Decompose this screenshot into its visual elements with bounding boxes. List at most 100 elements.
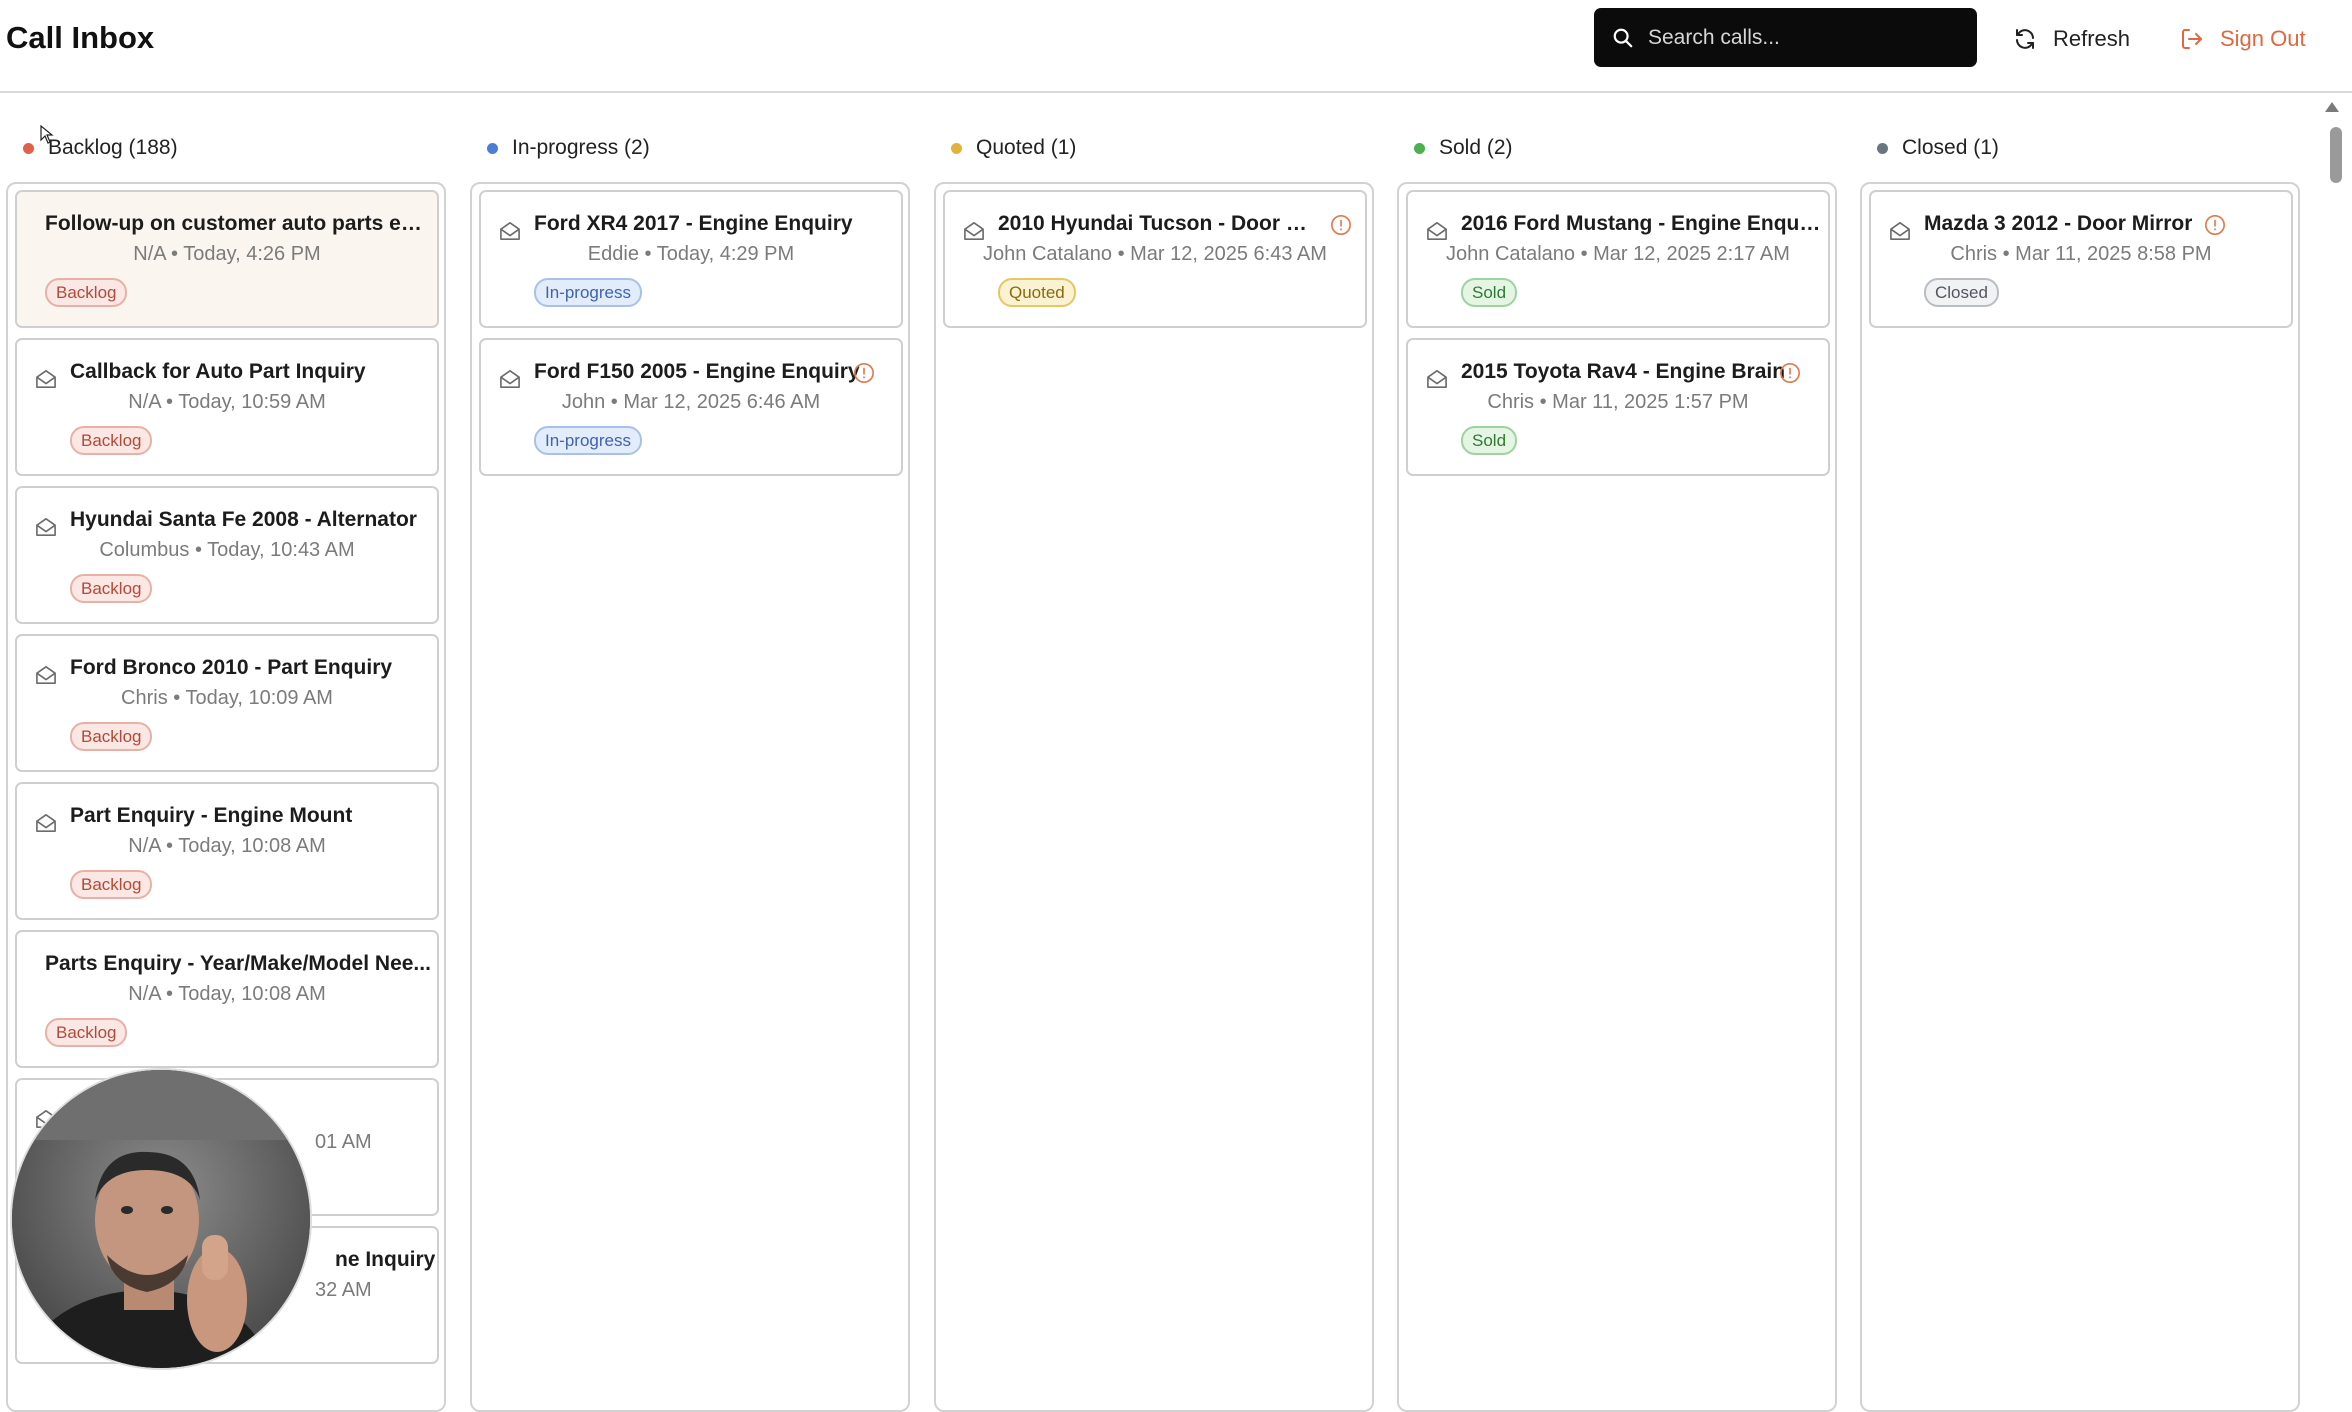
column-header-in-progress: In-progress (2) bbox=[470, 131, 650, 165]
status-dot-icon bbox=[951, 142, 962, 154]
mail-open-icon bbox=[36, 370, 56, 388]
status-badge: Backlog bbox=[70, 870, 153, 899]
alert-icon bbox=[1331, 215, 1351, 235]
mail-open-icon bbox=[36, 814, 56, 832]
card-title: 2010 Hyundai Tucson - Door Ha... bbox=[998, 212, 1318, 235]
page-title: Call Inbox bbox=[6, 20, 155, 55]
card-meta: N/A • Today, 10:08 AM bbox=[128, 835, 326, 857]
mail-open-icon bbox=[1890, 222, 1910, 240]
status-badge: Backlog bbox=[70, 722, 153, 751]
column-label: In-progress (2) bbox=[512, 136, 650, 159]
call-card[interactable]: 2010 Hyundai Tucson - Door Ha... John Ca… bbox=[943, 190, 1367, 328]
column-header-quoted: Quoted (1) bbox=[934, 131, 1076, 165]
call-card[interactable]: Follow-up on customer auto parts enq... … bbox=[15, 190, 439, 328]
kanban-board: Backlog (188) Follow-up on customer auto… bbox=[0, 95, 2352, 1412]
card-title: Ford F150 2005 - Engine Enquiry bbox=[534, 360, 860, 383]
card-title: 2016 Ford Mustang - Engine Enquiry bbox=[1461, 212, 1821, 235]
presenter-video-image bbox=[12, 1070, 310, 1368]
column-label: Closed (1) bbox=[1902, 136, 1999, 159]
card-meta: Chris • Mar 11, 2025 8:58 PM bbox=[1950, 243, 2212, 265]
call-card[interactable]: Mazda 3 2012 - Door Mirror Chris • Mar 1… bbox=[1869, 190, 2293, 328]
scrollbar-thumb[interactable] bbox=[2330, 127, 2342, 183]
status-badge: Backlog bbox=[45, 1018, 128, 1047]
sign-out-label: Sign Out bbox=[2220, 26, 2306, 51]
refresh-label: Refresh bbox=[2053, 26, 2131, 51]
card-title: Mazda 3 2012 - Door Mirror bbox=[1924, 212, 2193, 235]
column-list[interactable]: 2010 Hyundai Tucson - Door Ha... John Ca… bbox=[934, 182, 1374, 1412]
status-dot-icon bbox=[1414, 142, 1425, 154]
status-badge: In-progress bbox=[534, 278, 642, 307]
column-label: Backlog (188) bbox=[48, 136, 178, 159]
column-sold: Sold (2) 2016 Ford Mustang - Engine Enqu… bbox=[1397, 95, 1837, 1412]
column-header-closed: Closed (1) bbox=[1860, 131, 1999, 165]
call-card[interactable]: Hyundai Santa Fe 2008 - Alternator Colum… bbox=[15, 486, 439, 624]
call-card[interactable]: Part Enquiry - Engine Mount N/A • Today,… bbox=[15, 782, 439, 920]
call-card[interactable]: Ford Bronco 2010 - Part Enquiry Chris • … bbox=[15, 634, 439, 772]
status-badge: Backlog bbox=[45, 278, 128, 307]
refresh-button[interactable]: Refresh bbox=[2013, 22, 2130, 56]
search-box[interactable] bbox=[1594, 8, 1977, 67]
status-dot-icon bbox=[1877, 142, 1888, 154]
search-icon bbox=[1613, 28, 1633, 47]
card-meta: Chris • Today, 10:09 AM bbox=[121, 687, 333, 709]
column-label: Quoted (1) bbox=[976, 136, 1077, 159]
status-dot-icon bbox=[487, 142, 498, 154]
column-list[interactable]: 2016 Ford Mustang - Engine Enquiry John … bbox=[1397, 182, 1837, 1412]
alert-icon bbox=[1780, 363, 1800, 383]
card-meta: N/A • Today, 10:59 AM bbox=[128, 391, 326, 413]
card-title: Hyundai Santa Fe 2008 - Alternator bbox=[70, 508, 417, 531]
column-quoted: Quoted (1) 2010 Hyundai Tucson - Door Ha… bbox=[934, 95, 1374, 1412]
card-title: Parts Enquiry - Year/Make/Model Nee... bbox=[45, 952, 431, 975]
refresh-icon bbox=[2016, 29, 2034, 49]
search-input[interactable] bbox=[1648, 25, 1948, 50]
column-label: Sold (2) bbox=[1439, 136, 1513, 159]
column-header-sold: Sold (2) bbox=[1397, 131, 1513, 165]
scroll-up-arrow-icon[interactable] bbox=[2324, 101, 2340, 113]
status-badge: Sold bbox=[1461, 278, 1518, 307]
call-card[interactable]: Parts Enquiry - Year/Make/Model Nee... N… bbox=[15, 930, 439, 1068]
card-meta: Eddie • Today, 4:29 PM bbox=[587, 243, 795, 265]
mail-open-icon bbox=[500, 222, 520, 240]
column-list[interactable]: Mazda 3 2012 - Door Mirror Chris • Mar 1… bbox=[1860, 182, 2300, 1412]
alert-icon bbox=[2205, 215, 2225, 235]
call-card[interactable]: 2015 Toyota Rav4 - Engine Brain Chris • … bbox=[1406, 338, 1830, 476]
call-card[interactable]: Callback for Auto Part Inquiry N/A • Tod… bbox=[15, 338, 439, 476]
card-meta: N/A • Today, 4:26 PM bbox=[133, 243, 321, 265]
mail-open-icon bbox=[1427, 370, 1447, 388]
status-badge: Sold bbox=[1461, 426, 1518, 455]
card-meta: Chris • Mar 11, 2025 1:57 PM bbox=[1487, 391, 1749, 413]
card-meta: John • Mar 12, 2025 6:46 AM bbox=[561, 391, 821, 413]
status-dot-icon bbox=[23, 142, 34, 154]
column-list[interactable]: Ford XR4 2017 - Engine Enquiry Eddie • T… bbox=[470, 182, 910, 1412]
mail-open-icon bbox=[1427, 222, 1447, 240]
card-title: Ford XR4 2017 - Engine Enquiry bbox=[534, 212, 853, 235]
card-meta: Columbus • Today, 10:43 AM bbox=[99, 539, 355, 561]
header-bar: Call Inbox Refresh Sign Out bbox=[0, 0, 2352, 93]
call-card[interactable]: Ford XR4 2017 - Engine Enquiry Eddie • T… bbox=[479, 190, 903, 328]
status-badge: Backlog bbox=[70, 574, 153, 603]
status-badge: In-progress bbox=[534, 426, 642, 455]
mail-open-icon bbox=[964, 222, 984, 240]
mail-open-icon bbox=[500, 370, 520, 388]
sign-out-icon bbox=[2182, 29, 2202, 49]
mail-open-icon bbox=[36, 518, 56, 536]
status-badge: Quoted bbox=[998, 278, 1076, 307]
column-in-progress: In-progress (2) Ford XR4 2017 - Engine E… bbox=[470, 95, 910, 1412]
call-card[interactable]: 2016 Ford Mustang - Engine Enquiry John … bbox=[1406, 190, 1830, 328]
webcam-overlay bbox=[10, 1068, 312, 1370]
call-card[interactable]: Ford F150 2005 - Engine Enquiry John • M… bbox=[479, 338, 903, 476]
card-title: Follow-up on customer auto parts enq... bbox=[45, 212, 431, 235]
card-title: Part Enquiry - Engine Mount bbox=[70, 804, 353, 827]
card-meta: John Catalano • Mar 12, 2025 2:17 AM bbox=[1446, 243, 1790, 265]
column-header-backlog: Backlog (188) bbox=[6, 131, 178, 165]
card-title: Callback for Auto Part Inquiry bbox=[70, 360, 366, 383]
column-closed: Closed (1) Mazda 3 2012 - Door Mirror Ch… bbox=[1860, 95, 2300, 1412]
card-meta: John Catalano • Mar 12, 2025 6:43 AM bbox=[983, 243, 1327, 265]
status-badge: Closed bbox=[1924, 278, 1999, 307]
mouse-cursor-icon bbox=[40, 125, 54, 144]
mail-open-icon bbox=[36, 666, 56, 684]
card-title: Ford Bronco 2010 - Part Enquiry bbox=[70, 656, 393, 679]
alert-icon bbox=[854, 363, 874, 383]
card-title: ne Inquiry bbox=[335, 1248, 436, 1271]
sign-out-button[interactable]: Sign Out bbox=[2180, 22, 2306, 56]
